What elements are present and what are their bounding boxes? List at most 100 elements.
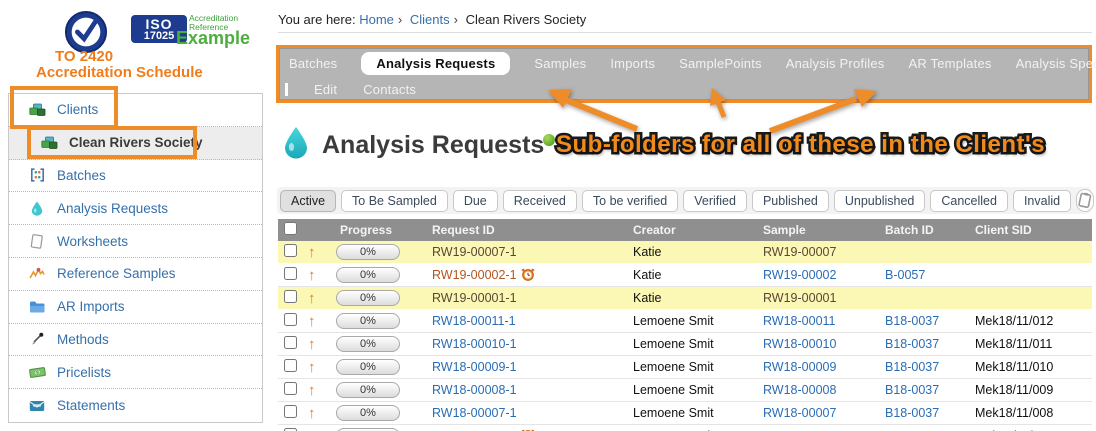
tab-analysis-profiles[interactable]: Analysis Profiles — [786, 56, 885, 71]
priority-up-icon: ↑ — [308, 267, 316, 284]
sidebar-item-analysis-requests[interactable]: Analysis Requests — [9, 192, 262, 225]
worksheets-icon — [27, 234, 47, 249]
filter-active[interactable]: Active — [280, 190, 336, 212]
tab-edit[interactable]: Edit — [314, 82, 337, 97]
green-ball-icon — [543, 134, 555, 146]
sample-link[interactable]: RW18-00008 — [763, 383, 836, 397]
sidebar-item-reference-samples[interactable]: Reference Samples — [9, 258, 262, 291]
sidebar-item-worksheets[interactable]: Worksheets — [9, 225, 262, 258]
sidebar-nav: Clients Clean Rivers Society Batches Ana… — [8, 93, 263, 423]
row-checkbox[interactable] — [284, 336, 297, 349]
tab-samples[interactable]: Samples — [534, 56, 586, 71]
reference-samples-icon — [27, 267, 47, 280]
request-id-link[interactable]: RW19-00007-1 — [432, 245, 517, 259]
creator-cell: Katie — [629, 291, 759, 305]
header-client-sid[interactable]: Client SID — [971, 223, 1092, 237]
logo-line2: Accreditation Schedule — [36, 64, 203, 81]
breadcrumb-link-home[interactable]: Home — [359, 12, 394, 27]
breadcrumb-link-clients[interactable]: Clients — [410, 12, 450, 27]
sidebar-item-label: Clean Rivers Society — [69, 135, 203, 150]
sidebar-item-methods[interactable]: Methods — [9, 324, 262, 357]
tab-ar-templates[interactable]: AR Templates — [909, 56, 992, 71]
header-progress[interactable]: Progress — [330, 223, 428, 237]
request-id-link[interactable]: RW18-00008-1 — [432, 383, 517, 397]
clients-icon — [39, 136, 59, 150]
request-id-link[interactable]: RW18-00007-1 — [432, 406, 517, 420]
priority-up-icon: ↑ — [308, 382, 316, 399]
table-body: ↑ 0% RW19-00007-1 Katie RW19-00007 ↑ 0% … — [278, 241, 1092, 431]
progress-button[interactable]: 0% — [336, 405, 400, 421]
sidebar-item-clients[interactable]: Clients — [9, 94, 262, 127]
progress-button[interactable]: 0% — [336, 267, 400, 283]
sidebar-item-ar-imports[interactable]: AR Imports — [9, 291, 262, 324]
clipboard-button[interactable] — [1076, 189, 1094, 212]
row-checkbox[interactable] — [284, 382, 297, 395]
tab-contacts[interactable]: Contacts — [363, 82, 416, 97]
sample-link[interactable]: RW19-00002 — [763, 268, 836, 282]
batch-link[interactable]: B18-0037 — [885, 383, 939, 397]
header-creator[interactable]: Creator — [629, 223, 759, 237]
progress-button[interactable]: 0% — [336, 244, 400, 260]
filter-published[interactable]: Published — [752, 190, 829, 212]
analysis-requests-table: Progress Request ID Creator Sample Batch… — [278, 219, 1092, 431]
progress-button[interactable]: 0% — [336, 359, 400, 375]
filter-to-be-verified[interactable]: To be verified — [582, 190, 678, 212]
sidebar-item-label: Worksheets — [57, 234, 128, 249]
progress-button[interactable]: 0% — [336, 336, 400, 352]
tab-samplepoints[interactable]: SamplePoints — [679, 56, 762, 71]
row-checkbox[interactable] — [284, 244, 297, 257]
sidebar-item-pricelists[interactable]: $ Pricelists — [9, 356, 262, 389]
sample-link[interactable]: RW18-00009 — [763, 360, 836, 374]
filter-verified[interactable]: Verified — [683, 190, 747, 212]
filter-cancelled[interactable]: Cancelled — [930, 190, 1008, 212]
filter-due[interactable]: Due — [453, 190, 498, 212]
breadcrumb-separator: › — [398, 12, 402, 27]
client-sid-cell: Mek18/11/011 — [971, 337, 1092, 351]
batch-link[interactable]: B18-0037 — [885, 337, 939, 351]
progress-button[interactable]: 0% — [336, 290, 400, 306]
select-all-checkbox[interactable] — [284, 222, 297, 235]
row-checkbox[interactable] — [284, 290, 297, 303]
table-header-row: Progress Request ID Creator Sample Batch… — [278, 219, 1092, 241]
request-id-link[interactable]: RW19-00001-1 — [432, 291, 517, 305]
sidebar-item-clean-rivers-society[interactable]: Clean Rivers Society — [9, 127, 262, 160]
tab-batches[interactable]: Batches — [289, 56, 337, 71]
header-batch-id[interactable]: Batch ID — [881, 223, 971, 237]
priority-up-icon: ↑ — [308, 359, 316, 376]
sample-link[interactable]: RW19-00001 — [763, 291, 836, 305]
sample-link[interactable]: RW18-00010 — [763, 337, 836, 351]
sample-link[interactable]: RW18-00007 — [763, 406, 836, 420]
row-checkbox[interactable] — [284, 359, 297, 372]
header-request-id[interactable]: Request ID — [428, 223, 629, 237]
sample-link[interactable]: RW18-00011 — [763, 314, 836, 328]
request-id-link[interactable]: RW18-00009-1 — [432, 360, 517, 374]
sidebar-item-label: Pricelists — [57, 365, 111, 380]
table-row: ↑ 0% RW18-00010-1 Lemoene Smit RW18-0001… — [278, 333, 1092, 356]
filter-to-be-sampled[interactable]: To Be Sampled — [341, 190, 448, 212]
sidebar-item-statements[interactable]: Statements — [9, 389, 262, 422]
tab-analysis-requests[interactable]: Analysis Requests — [361, 52, 510, 75]
batch-link[interactable]: B18-0037 — [885, 406, 939, 420]
row-checkbox[interactable] — [284, 313, 297, 326]
batch-link[interactable]: B-0057 — [885, 268, 925, 282]
sample-link[interactable]: RW19-00007 — [763, 245, 836, 259]
request-id-link[interactable]: RW18-00010-1 — [432, 337, 517, 351]
tab-imports[interactable]: Imports — [610, 56, 655, 71]
filter-invalid[interactable]: Invalid — [1013, 190, 1071, 212]
creator-cell: Lemoene Smit — [629, 360, 759, 374]
batch-link[interactable]: B18-0037 — [885, 314, 939, 328]
row-checkbox[interactable] — [284, 267, 297, 280]
batch-link[interactable]: B18-0037 — [885, 360, 939, 374]
sidebar-item-label: AR Imports — [57, 299, 125, 314]
client-sid-cell: Mek18/11/012 — [971, 314, 1092, 328]
filter-unpublished[interactable]: Unpublished — [834, 190, 926, 212]
progress-button[interactable]: 0% — [336, 313, 400, 329]
progress-button[interactable]: 0% — [336, 382, 400, 398]
header-sample[interactable]: Sample — [759, 223, 881, 237]
tab-analysis-specifications[interactable]: Analysis Specifications — [1016, 56, 1096, 71]
request-id-link[interactable]: RW18-00011-1 — [432, 314, 516, 328]
row-checkbox[interactable] — [284, 405, 297, 418]
request-id-link[interactable]: RW19-00002-1 — [432, 268, 517, 282]
sidebar-item-batches[interactable]: Batches — [9, 160, 262, 193]
filter-received[interactable]: Received — [503, 190, 577, 212]
